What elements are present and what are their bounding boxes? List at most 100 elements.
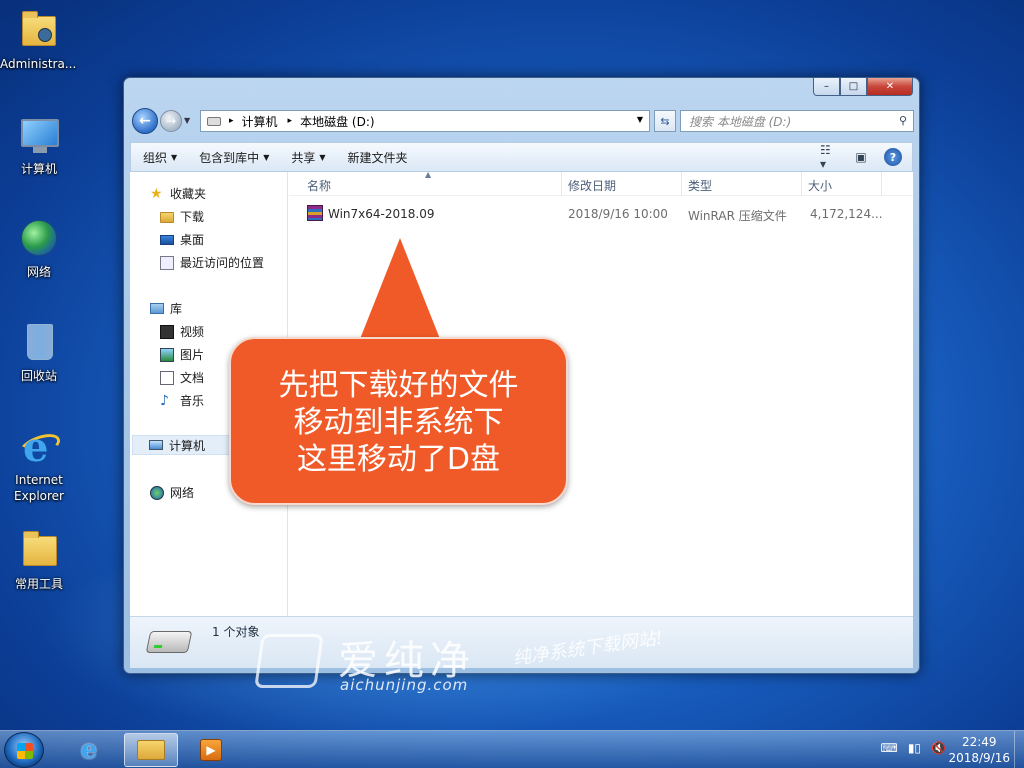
- include-in-library-menu[interactable]: 包含到库中 ▼: [199, 149, 269, 166]
- nav-favorites[interactable]: ★ 收藏夹: [150, 185, 206, 202]
- breadcrumb-computer[interactable]: 计算机: [242, 113, 278, 130]
- system-tray: ⌨ ▮▯ 🔇: [871, 741, 947, 755]
- ie-icon: e: [80, 735, 98, 765]
- network-icon: [150, 485, 164, 500]
- watermark-domain: aichunjing.com: [340, 676, 469, 694]
- chevron-down-icon: ▼: [319, 152, 326, 162]
- command-bar: 组织 ▼ 包含到库中 ▼ 共享 ▼ 新建文件夹 ☷ ▾ ▣ ?: [130, 142, 913, 172]
- pictures-icon: [160, 347, 174, 362]
- ie-icon: e: [23, 424, 49, 471]
- desktop-icon: [160, 234, 174, 245]
- desktop-icon-tools-folder[interactable]: 常用工具: [1, 528, 77, 592]
- organize-menu[interactable]: 组织 ▼: [143, 149, 177, 166]
- computer-icon: [149, 440, 163, 450]
- callout-pointer: [360, 238, 440, 339]
- back-button[interactable]: ←: [132, 108, 158, 134]
- taskbar-media-player[interactable]: ▶: [184, 733, 238, 767]
- file-type: WinRAR 压缩文件: [688, 209, 787, 223]
- recent-places-icon: [160, 255, 174, 270]
- close-button[interactable]: ✕: [867, 78, 913, 96]
- taskbar-internet-explorer[interactable]: e: [62, 733, 116, 767]
- nav-documents[interactable]: 文档: [160, 369, 204, 386]
- desktop-icon-label: 回收站: [20, 369, 57, 383]
- folder-icon: [23, 531, 57, 566]
- drive-icon: [207, 116, 221, 126]
- forward-button[interactable]: →: [160, 110, 182, 132]
- desktop-icon-recycle-bin[interactable]: 回收站: [1, 320, 77, 384]
- nav-desktop[interactable]: 桌面: [160, 231, 204, 248]
- music-icon: ♪: [160, 392, 169, 409]
- desktop-icon-user-folder[interactable]: Administra...: [0, 8, 76, 72]
- desktop-icon-label: 计算机: [20, 162, 57, 176]
- sort-ascending-icon: ▲: [425, 170, 432, 179]
- breadcrumb-drive-d[interactable]: 本地磁盘 (D:): [300, 113, 374, 130]
- desktop-icon-label: 常用工具: [14, 577, 63, 591]
- document-icon: [160, 370, 174, 385]
- watermark-logo-icon: [254, 634, 324, 688]
- column-header-type[interactable]: 类型: [688, 177, 712, 194]
- breadcrumb-separator[interactable]: ▸: [229, 116, 234, 126]
- search-input[interactable]: 搜索 本地磁盘 (D:) ⚲: [680, 110, 914, 132]
- search-icon[interactable]: ⚲: [899, 114, 907, 127]
- callout-line-3: 这里移动了D盘: [296, 442, 501, 477]
- callout-line-1: 先把下载好的文件: [278, 368, 519, 403]
- breadcrumb-separator[interactable]: ▸: [288, 116, 293, 126]
- start-button[interactable]: [4, 732, 44, 768]
- column-header-size[interactable]: 大小: [808, 177, 832, 194]
- window-controls: – □ ✕: [813, 78, 913, 96]
- video-icon: [160, 324, 174, 339]
- file-name: Win7x64-2018.09: [328, 207, 435, 221]
- view-options-icon[interactable]: ☷ ▾: [820, 143, 838, 171]
- column-header-name[interactable]: 名称: [307, 177, 331, 194]
- column-headers: ▲ 名称 修改日期 类型 大小: [289, 170, 913, 196]
- nav-recent[interactable]: 最近访问的位置: [160, 254, 264, 271]
- downloads-folder-icon: [160, 212, 174, 223]
- column-header-modified[interactable]: 修改日期: [568, 177, 616, 194]
- computer-icon: [21, 119, 59, 147]
- clock-time: 22:49: [961, 735, 997, 749]
- nav-pictures[interactable]: 图片: [160, 346, 204, 363]
- table-row[interactable]: Win7x64-2018.09 2018/9/16 10:00 WinRAR 压…: [289, 204, 913, 224]
- share-menu[interactable]: 共享 ▼: [291, 149, 325, 166]
- volume-muted-icon[interactable]: 🔇: [931, 741, 946, 755]
- nav-downloads[interactable]: 下载: [160, 208, 204, 225]
- minimize-button[interactable]: –: [813, 78, 840, 96]
- preview-pane-icon[interactable]: ▣: [852, 148, 870, 166]
- item-count: 1 个对象: [212, 625, 260, 639]
- refresh-icon: ⇆: [660, 114, 670, 128]
- nav-libraries[interactable]: 库: [150, 300, 182, 317]
- desktop-icon-label: 网络: [26, 265, 51, 279]
- help-icon[interactable]: ?: [884, 148, 902, 166]
- network-globe-icon: [21, 220, 57, 256]
- maximize-button[interactable]: □: [840, 78, 867, 96]
- folder-icon: [137, 740, 165, 760]
- keyboard-icon[interactable]: ⌨: [881, 741, 898, 755]
- media-player-icon: ▶: [200, 739, 222, 761]
- desktop-icon-network[interactable]: 网络: [1, 216, 77, 280]
- chevron-down-icon[interactable]: ▼: [637, 115, 643, 124]
- new-folder-button[interactable]: 新建文件夹: [348, 149, 408, 166]
- hard-drive-icon: [145, 631, 193, 653]
- clock[interactable]: 22:49 2018/9/16: [948, 734, 1010, 766]
- address-row: ← → ▼ ▸ 计算机 ▸ 本地磁盘 (D:) ▼ ⇆ 搜索 本地磁盘 (D:)…: [132, 108, 914, 136]
- nav-network[interactable]: 网络: [150, 484, 194, 501]
- view-controls: ☷ ▾ ▣ ?: [806, 143, 902, 171]
- star-icon: ★: [150, 185, 163, 202]
- refresh-button[interactable]: ⇆: [654, 110, 676, 132]
- chevron-down-icon: ▼: [263, 152, 270, 162]
- show-desktop-button[interactable]: [1014, 731, 1024, 768]
- desktop-icon-label: Administra...: [0, 57, 77, 71]
- clock-date: 2018/9/16: [948, 751, 1010, 765]
- search-placeholder: 搜索 本地磁盘 (D:): [689, 114, 792, 129]
- network-status-icon[interactable]: ▮▯: [908, 741, 921, 755]
- desktop-icon-internet-explorer[interactable]: e Internet Explorer: [1, 424, 77, 504]
- callout-line-2: 移动到非系统下: [293, 405, 504, 440]
- instruction-callout: 先把下载好的文件 移动到非系统下 这里移动了D盘: [229, 337, 568, 505]
- desktop-icon-computer[interactable]: 计算机: [1, 113, 77, 177]
- taskbar-explorer[interactable]: [124, 733, 178, 767]
- address-bar[interactable]: ▸ 计算机 ▸ 本地磁盘 (D:) ▼: [200, 110, 650, 132]
- nav-videos[interactable]: 视频: [160, 323, 204, 340]
- nav-music[interactable]: ♪ 音乐: [160, 392, 204, 409]
- recent-pages-dropdown[interactable]: ▼: [184, 116, 190, 125]
- winrar-archive-icon: [307, 205, 323, 221]
